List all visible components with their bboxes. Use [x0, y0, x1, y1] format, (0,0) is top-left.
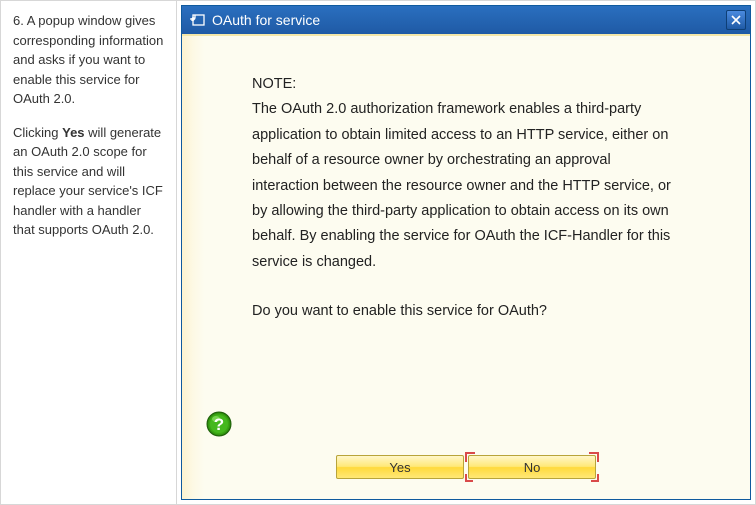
- oauth-popup: OAuth for service NOTE: The OAuth 2.0 au…: [181, 5, 751, 500]
- close-icon: [731, 15, 741, 25]
- yes-button[interactable]: Yes: [336, 455, 464, 479]
- question-icon: ?: [206, 411, 232, 437]
- instruction-step-6: 6. A popup window gives corresponding in…: [13, 11, 164, 109]
- no-button-label: No: [524, 460, 541, 475]
- popup-title: OAuth for service: [212, 12, 726, 28]
- svg-text:?: ?: [214, 415, 224, 434]
- popup-body: NOTE: The OAuth 2.0 authorization framew…: [182, 34, 750, 499]
- instruction-panel: 6. A popup window gives corresponding in…: [1, 1, 177, 504]
- note-block: NOTE: The OAuth 2.0 authorization framew…: [252, 72, 672, 324]
- button-row: Yes No: [182, 455, 750, 479]
- note-body: The OAuth 2.0 authorization framework en…: [252, 97, 672, 275]
- popup-title-icon: [190, 13, 206, 27]
- note-label: NOTE:: [252, 72, 672, 97]
- confirm-question: Do you want to enable this service for O…: [252, 299, 672, 324]
- yes-button-label: Yes: [389, 460, 410, 475]
- instruction-yes-note: Clicking Yes will generate an OAuth 2.0 …: [13, 123, 164, 240]
- close-button[interactable]: [726, 10, 746, 30]
- screenshot-panel: OAuth for service NOTE: The OAuth 2.0 au…: [177, 1, 755, 504]
- no-button[interactable]: No: [468, 455, 596, 479]
- popup-titlebar: OAuth for service: [182, 6, 750, 34]
